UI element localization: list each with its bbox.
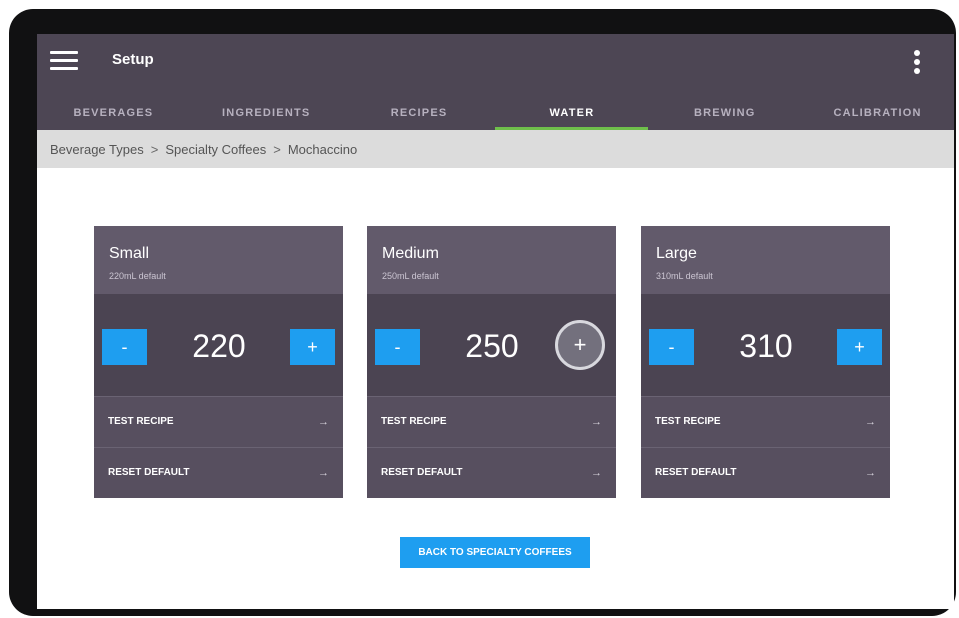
tablet-frame: Setup BEVERAGES INGREDIENTS RECIPES WATE…	[9, 9, 956, 616]
increment-button-pressed[interactable]: +	[555, 320, 605, 370]
reset-default-label: RESET DEFAULT	[655, 467, 737, 478]
test-recipe-button[interactable]: TEST RECIPE →	[94, 396, 343, 446]
volume-stepper: - 250 +	[367, 294, 616, 396]
test-recipe-label: TEST RECIPE	[381, 416, 447, 427]
decrement-button[interactable]: -	[649, 329, 694, 365]
card-subtitle: 250mL default	[382, 271, 439, 281]
breadcrumb-mochaccino: Mochaccino	[287, 141, 358, 157]
app-screen: Setup BEVERAGES INGREDIENTS RECIPES WATE…	[37, 34, 954, 609]
app-title: Setup	[112, 51, 154, 68]
card-subtitle: 310mL default	[656, 271, 713, 281]
test-recipe-label: TEST RECIPE	[108, 416, 174, 427]
size-card-medium: Medium 250mL default - 250 + TEST RECIPE…	[367, 226, 616, 498]
card-title: Small	[109, 245, 150, 262]
hamburger-menu-icon[interactable]	[50, 50, 78, 70]
card-header: Small 220mL default	[94, 226, 343, 294]
test-recipe-button[interactable]: TEST RECIPE →	[367, 396, 616, 446]
arrow-right-icon: →	[865, 466, 876, 479]
size-card-large: Large 310mL default - 310 + TEST RECIPE …	[641, 226, 890, 498]
increment-button[interactable]: +	[837, 329, 882, 365]
card-title: Large	[656, 245, 697, 262]
back-to-specialty-coffees-button[interactable]: BACK TO SPECIALTY COFFEES	[400, 537, 590, 568]
tab-brewing[interactable]: BREWING	[648, 96, 801, 130]
tab-beverages[interactable]: BEVERAGES	[37, 96, 190, 130]
arrow-right-icon: →	[591, 466, 602, 479]
card-subtitle: 220mL default	[109, 271, 166, 281]
breadcrumb-separator: >	[150, 141, 159, 157]
test-recipe-button[interactable]: TEST RECIPE →	[641, 396, 890, 446]
volume-stepper: - 310 +	[641, 294, 890, 396]
card-title: Medium	[382, 245, 439, 262]
tab-ingredients[interactable]: INGREDIENTS	[190, 96, 343, 130]
breadcrumb-beverage-types[interactable]: Beverage Types	[50, 142, 144, 157]
reset-default-button[interactable]: RESET DEFAULT →	[367, 447, 616, 497]
arrow-right-icon: →	[318, 415, 329, 428]
card-header: Medium 250mL default	[367, 226, 616, 294]
breadcrumb: Beverage Types > Specialty Coffees > Moc…	[37, 130, 954, 168]
reset-default-label: RESET DEFAULT	[381, 467, 463, 478]
tab-bar: BEVERAGES INGREDIENTS RECIPES WATER BREW…	[37, 96, 954, 130]
arrow-right-icon: →	[865, 415, 876, 428]
arrow-right-icon: →	[318, 466, 329, 479]
arrow-right-icon: →	[591, 415, 602, 428]
volume-stepper: - 220 +	[94, 294, 343, 396]
reset-default-button[interactable]: RESET DEFAULT →	[94, 447, 343, 497]
volume-value: 310	[739, 328, 793, 364]
decrement-button[interactable]: -	[102, 329, 147, 365]
breadcrumb-specialty-coffees[interactable]: Specialty Coffees	[165, 142, 266, 157]
decrement-button[interactable]: -	[375, 329, 420, 365]
more-vertical-icon[interactable]	[909, 50, 925, 76]
breadcrumb-separator: >	[273, 141, 281, 157]
volume-value: 250	[465, 328, 519, 364]
reset-default-label: RESET DEFAULT	[108, 467, 190, 478]
increment-button[interactable]: +	[290, 329, 335, 365]
app-bar: Setup BEVERAGES INGREDIENTS RECIPES WATE…	[37, 34, 954, 130]
tab-calibration[interactable]: CALIBRATION	[801, 96, 954, 130]
tab-recipes[interactable]: RECIPES	[343, 96, 496, 130]
reset-default-button[interactable]: RESET DEFAULT →	[641, 447, 890, 497]
volume-value: 220	[192, 328, 246, 364]
tab-water[interactable]: WATER	[495, 96, 649, 130]
test-recipe-label: TEST RECIPE	[655, 416, 721, 427]
size-card-small: Small 220mL default - 220 + TEST RECIPE …	[94, 226, 343, 498]
card-header: Large 310mL default	[641, 226, 890, 294]
